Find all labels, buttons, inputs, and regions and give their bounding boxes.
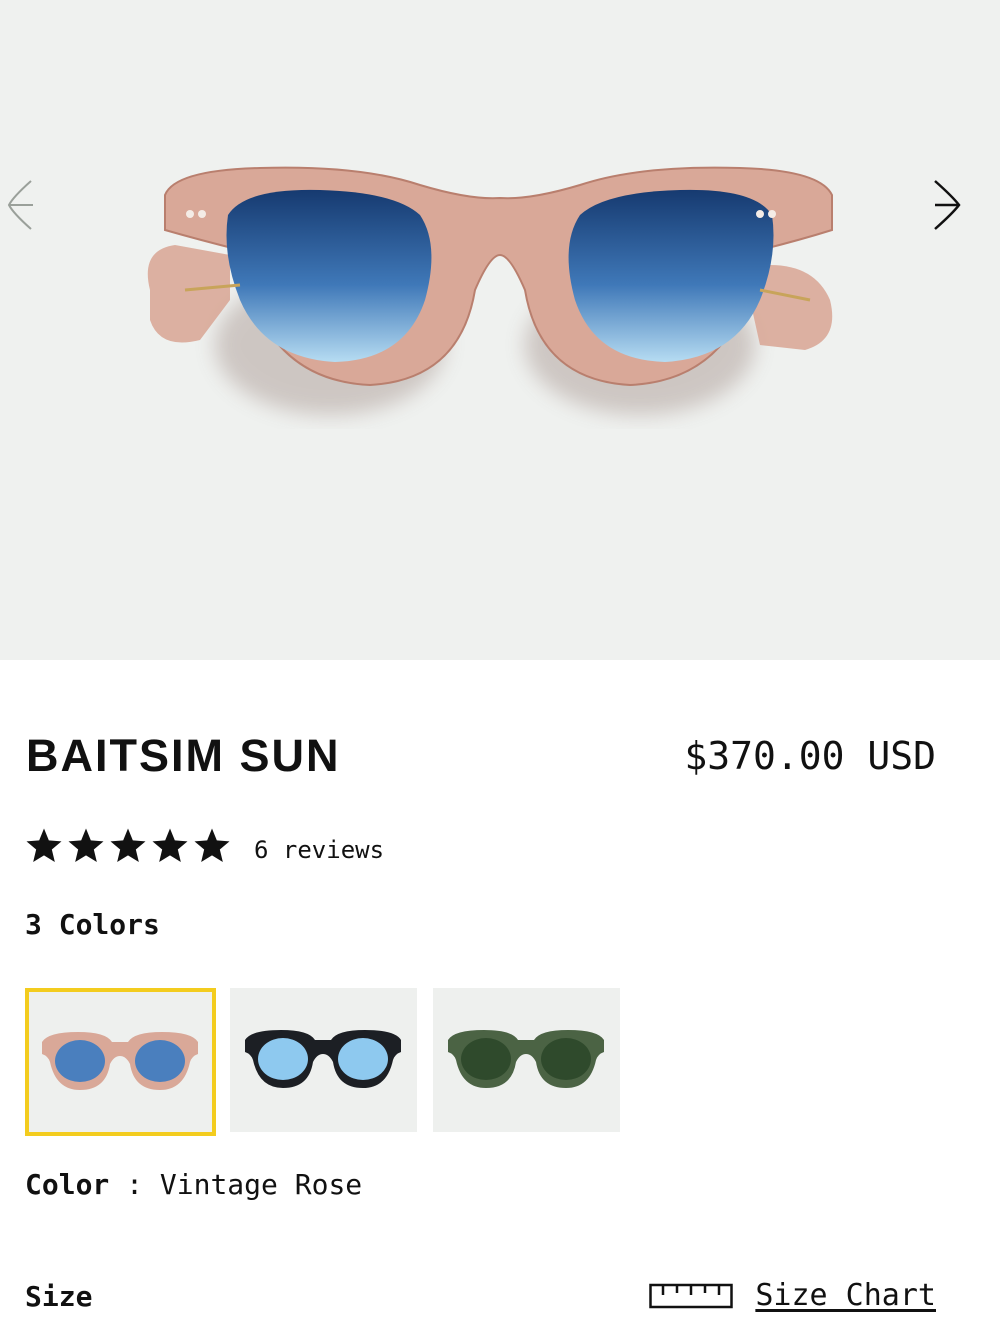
product-rating: 6 reviews: [24, 826, 384, 866]
swatch-image: [42, 1032, 198, 1090]
product-image: [147, 166, 833, 415]
star-icon: [194, 828, 230, 862]
color-swatch-black[interactable]: [230, 988, 417, 1132]
product-title: BAITSIM SUN: [26, 730, 341, 781]
star-icon: [68, 828, 104, 862]
next-image-button[interactable]: [925, 175, 965, 235]
color-separator: :: [109, 1168, 160, 1201]
color-label: Color: [25, 1168, 110, 1201]
star-icon: [110, 828, 146, 862]
product-image-gallery: [0, 0, 1000, 660]
reviews-link[interactable]: 6 reviews: [254, 836, 384, 864]
swatch-image: [245, 1030, 401, 1088]
swatch-image: [448, 1030, 604, 1088]
ruler-icon: [649, 1283, 734, 1308]
star-icon: [26, 828, 62, 862]
selected-color-value: Vintage Rose: [159, 1168, 363, 1201]
size-chart-label: Size Chart: [755, 1278, 936, 1313]
chevron-right-icon: [934, 180, 961, 230]
product-price: $370.00 USD: [684, 734, 936, 778]
color-swatch-green[interactable]: [433, 988, 620, 1132]
star-rating: [24, 826, 232, 866]
size-label: Size: [25, 1280, 93, 1313]
color-swatches: [25, 988, 636, 1136]
selected-color: Color : Vintage Rose: [25, 1168, 362, 1201]
star-icon: [152, 828, 188, 862]
color-swatch-vintage-rose[interactable]: [25, 988, 216, 1136]
colors-count: 3 Colors: [25, 908, 160, 941]
size-chart-link[interactable]: Size Chart: [649, 1278, 936, 1313]
chevron-left-icon: [7, 180, 33, 230]
previous-image-button[interactable]: [0, 175, 40, 235]
